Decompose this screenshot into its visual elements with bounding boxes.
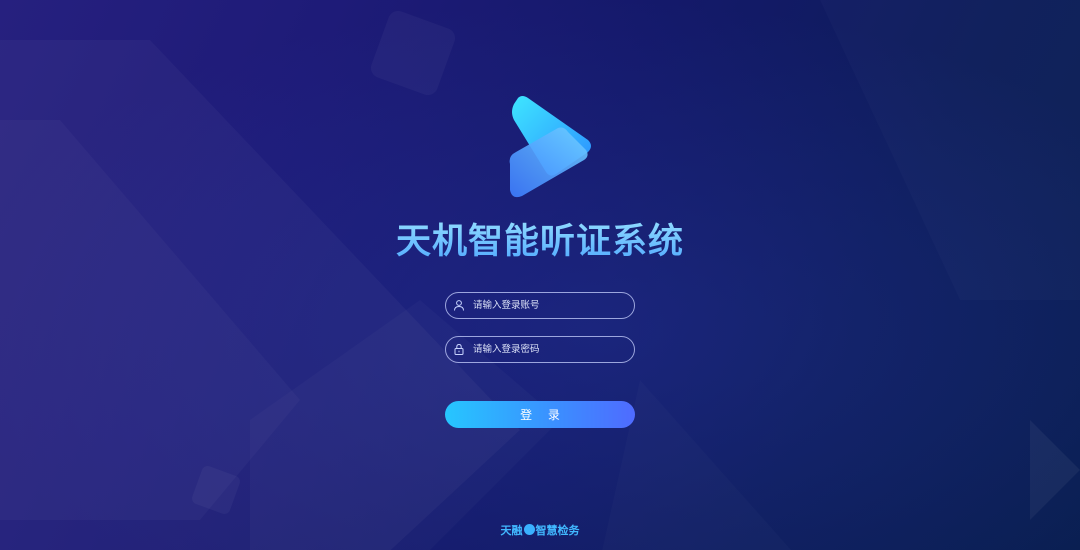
background-decoration — [0, 0, 1080, 550]
footer-brand: 天融 智慧检务 — [0, 522, 1080, 538]
lock-icon — [454, 343, 464, 355]
user-icon — [454, 300, 464, 311]
username-field[interactable] — [445, 292, 635, 319]
username-input[interactable] — [473, 293, 628, 318]
password-field[interactable] — [445, 336, 635, 363]
login-button[interactable]: 登 录 — [445, 401, 635, 428]
app-title: 天机智能听证系统 — [0, 213, 1080, 264]
footer-brand-prefix: 天融 — [500, 524, 523, 537]
footer-brand-suffix: 智慧检务 — [535, 524, 580, 537]
app-logo — [509, 96, 591, 198]
password-input[interactable] — [473, 337, 628, 362]
brand-mark-icon — [523, 524, 535, 535]
